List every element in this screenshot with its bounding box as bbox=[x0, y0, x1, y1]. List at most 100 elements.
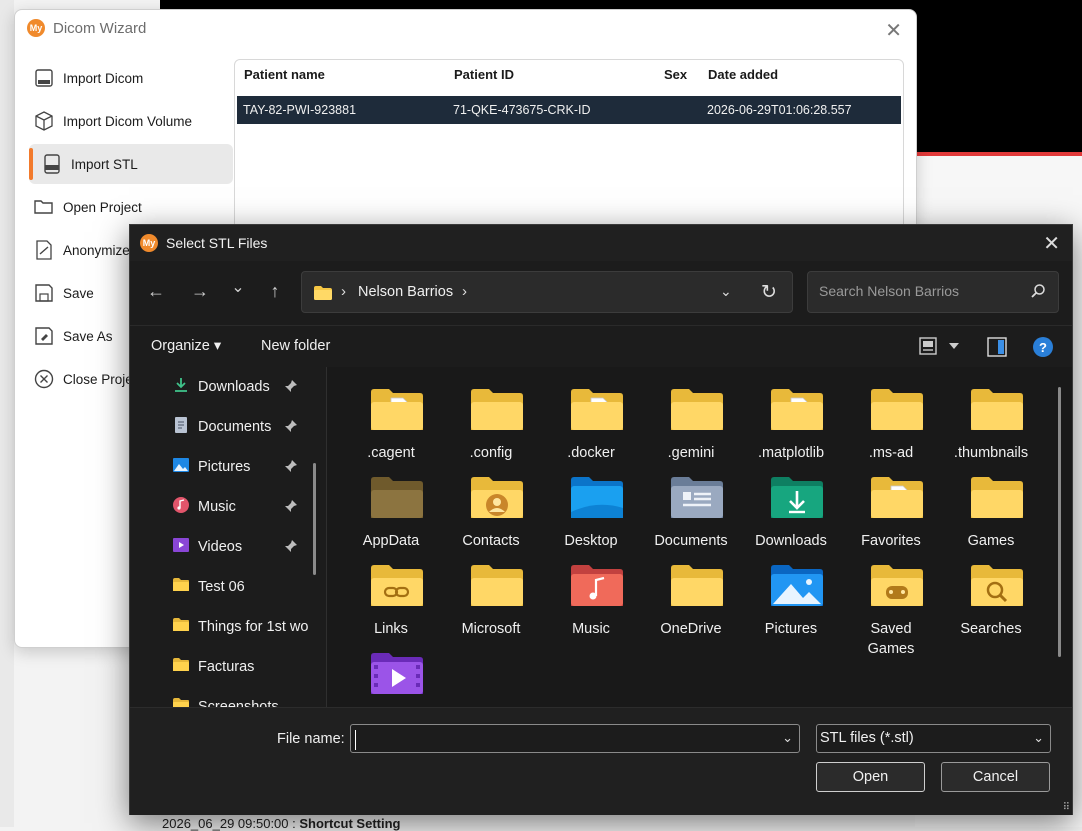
column-header-patient-name[interactable]: Patient name bbox=[244, 67, 325, 82]
nav-item-music[interactable]: Music bbox=[172, 495, 322, 519]
background-app-strip bbox=[0, 0, 14, 827]
folder-plain-icon bbox=[669, 562, 725, 610]
wizard-menu-item-import-dicom[interactable]: Import Dicom bbox=[29, 58, 233, 98]
file-item-searches[interactable]: Searches bbox=[941, 548, 1041, 637]
forward-arrow-icon[interactable]: → bbox=[187, 281, 213, 302]
search-input[interactable] bbox=[817, 282, 1021, 300]
file-item-contacts[interactable]: Contacts bbox=[441, 460, 541, 549]
file-item-links[interactable]: Links bbox=[341, 548, 441, 637]
cancel-button[interactable]: Cancel bbox=[941, 762, 1050, 792]
column-header-date-added[interactable]: Date added bbox=[708, 67, 778, 82]
table-row[interactable]: TAY-82-PWI-923881 71-QKE-473675-CRK-ID 2… bbox=[237, 96, 901, 124]
file-type-select[interactable]: STL files (*.stl) ⌄ bbox=[816, 724, 1051, 753]
recent-locations-chevron-icon[interactable]: ⌄ bbox=[225, 277, 251, 297]
wizard-menu-item-label: Import STL bbox=[71, 156, 138, 172]
nav-item-screenshots[interactable]: Screenshots bbox=[172, 695, 322, 707]
file-item-downloads[interactable]: Downloads bbox=[741, 460, 841, 549]
file-item-games[interactable]: Games bbox=[941, 460, 1041, 549]
file-item-pictures[interactable]: Pictures bbox=[741, 548, 841, 637]
chevron-down-icon[interactable]: ⌄ bbox=[782, 730, 793, 746]
file-item-saved-games[interactable]: Saved Games bbox=[841, 548, 941, 657]
file-item-favorites[interactable]: Favorites bbox=[841, 460, 941, 549]
file-item-thumbnails[interactable]: .thumbnails bbox=[941, 372, 1041, 461]
back-arrow-icon[interactable]: ← bbox=[143, 281, 169, 302]
chevron-down-icon[interactable]: ⌄ bbox=[1033, 730, 1044, 746]
nav-item-label: Screenshots bbox=[198, 699, 279, 707]
preview-pane-icon[interactable] bbox=[987, 337, 1007, 357]
cell-patient-id: 71-QKE-473675-CRK-ID bbox=[453, 103, 591, 117]
pin-icon[interactable] bbox=[284, 459, 298, 477]
view-options-icon[interactable] bbox=[919, 337, 937, 355]
file-item-documents[interactable]: Documents bbox=[641, 460, 741, 549]
nav-item-videos[interactable]: Videos bbox=[172, 535, 322, 559]
file-name-combobox[interactable]: ⌄ bbox=[350, 724, 800, 753]
pin-icon[interactable] bbox=[284, 539, 298, 557]
nav-item-things-for-1st-wo[interactable]: Things for 1st wo bbox=[172, 615, 322, 639]
new-folder-button[interactable]: New folder bbox=[261, 338, 330, 354]
file-item-videos[interactable] bbox=[341, 636, 441, 707]
navigation-pane-scrollbar[interactable] bbox=[313, 463, 316, 575]
nav-item-label: Things for 1st wo bbox=[198, 619, 308, 635]
nav-item-pictures[interactable]: Pictures bbox=[172, 455, 322, 479]
file-item-ms-ad[interactable]: .ms-ad bbox=[841, 372, 941, 461]
wizard-menu-item-label: Save As bbox=[63, 328, 113, 344]
file-item-cagent[interactable]: .cagent bbox=[341, 372, 441, 461]
nav-item-documents[interactable]: Documents bbox=[172, 415, 322, 439]
nav-item-downloads[interactable]: Downloads bbox=[172, 375, 322, 399]
dialog-title: Select STL Files bbox=[166, 235, 268, 251]
pin-icon[interactable] bbox=[284, 499, 298, 517]
wizard-titlebar: My Dicom Wizard bbox=[27, 19, 146, 37]
column-header-sex[interactable]: Sex bbox=[664, 67, 687, 82]
wizard-menu-item-label: Save bbox=[63, 285, 94, 301]
up-arrow-icon[interactable]: ↑ bbox=[262, 281, 288, 302]
folder-icon bbox=[172, 697, 190, 707]
nav-item-label: Pictures bbox=[198, 459, 251, 475]
organize-button[interactable]: Organize ▾ bbox=[151, 338, 221, 354]
folder-doc-icon bbox=[869, 474, 925, 522]
file-name-input[interactable] bbox=[355, 730, 770, 750]
command-bar: Organize ▾ New folder ? bbox=[130, 325, 1072, 369]
folder-doc-icon bbox=[369, 386, 425, 434]
view-dropdown-icon[interactable] bbox=[949, 343, 959, 349]
column-header-patient-id[interactable]: Patient ID bbox=[454, 67, 514, 82]
file-item-matplotlib[interactable]: .matplotlib bbox=[741, 372, 841, 461]
file-item-docker[interactable]: .docker bbox=[541, 372, 641, 461]
wizard-menu-item-import-stl[interactable]: Import STL bbox=[29, 144, 233, 184]
file-item-appdata[interactable]: AppData bbox=[341, 460, 441, 549]
file-item-desktop[interactable]: Desktop bbox=[541, 460, 641, 549]
breadcrumb-separator[interactable]: › bbox=[462, 283, 467, 300]
wizard-close-button[interactable]: ✕ bbox=[885, 18, 902, 43]
file-item-onedrive[interactable]: OneDrive bbox=[641, 548, 741, 637]
address-bar[interactable]: › Nelson Barrios › ⌄ ↻ bbox=[301, 271, 793, 313]
wizard-menu-item-open-project[interactable]: Open Project bbox=[29, 187, 233, 227]
help-icon[interactable]: ? bbox=[1033, 337, 1053, 357]
search-icon[interactable] bbox=[1030, 283, 1046, 299]
file-list-scrollbar[interactable] bbox=[1058, 387, 1061, 657]
dialog-main-area: Downloads Documents Pictures Music Videos Tes… bbox=[130, 367, 1072, 707]
wizard-menu-item-import-dicom-volume[interactable]: Import Dicom Volume bbox=[29, 101, 233, 141]
file-item-music[interactable]: Music bbox=[541, 548, 641, 637]
file-item-config[interactable]: .config bbox=[441, 372, 541, 461]
nav-item-test-06[interactable]: Test 06 bbox=[172, 575, 322, 599]
file-item-microsoft[interactable]: Microsoft bbox=[441, 548, 541, 637]
file-item-label: OneDrive bbox=[660, 621, 722, 637]
pin-icon[interactable] bbox=[284, 419, 298, 437]
folder-desktop-icon bbox=[569, 474, 625, 522]
folder-plain-icon bbox=[469, 562, 525, 610]
file-item-gemini[interactable]: .gemini bbox=[641, 372, 741, 461]
folder-pictures-icon bbox=[769, 562, 825, 610]
wizard-menu-item-label: Open Project bbox=[63, 199, 142, 215]
pin-icon[interactable] bbox=[284, 379, 298, 397]
refresh-icon[interactable]: ↻ bbox=[761, 281, 777, 304]
pictures-icon bbox=[172, 456, 190, 478]
open-button[interactable]: Open bbox=[816, 762, 925, 792]
nav-item-label: Videos bbox=[198, 539, 243, 555]
dialog-close-button[interactable]: ✕ bbox=[1043, 231, 1060, 256]
dialog-footer: File name: ⌄ STL files (*.stl) ⌄ Open Ca… bbox=[130, 707, 1072, 815]
nav-item-facturas[interactable]: Facturas bbox=[172, 655, 322, 679]
breadcrumb-nelson-barrios[interactable]: Nelson Barrios bbox=[358, 284, 453, 300]
address-dropdown-icon[interactable]: ⌄ bbox=[720, 283, 732, 300]
nav-item-label: Documents bbox=[198, 419, 272, 435]
search-box[interactable] bbox=[807, 271, 1059, 313]
resize-grip-icon[interactable]: ⠿ bbox=[1063, 802, 1070, 813]
